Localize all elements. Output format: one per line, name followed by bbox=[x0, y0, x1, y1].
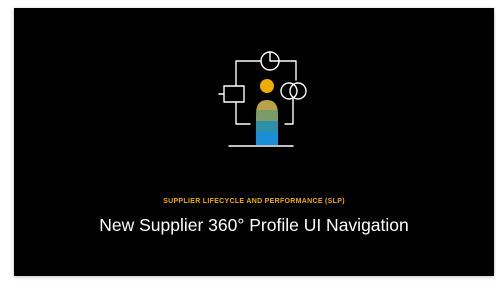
slide-subtitle: SUPPLIER LIFECYCLE AND PERFORMANCE (SLP) bbox=[163, 198, 345, 205]
screenshot-frame: SUPPLIER LIFECYCLE AND PERFORMANCE (SLP)… bbox=[0, 0, 496, 281]
document-box-icon bbox=[223, 85, 245, 103]
video-title-slide[interactable]: SUPPLIER LIFECYCLE AND PERFORMANCE (SLP)… bbox=[14, 8, 494, 276]
venn-circle-right-icon bbox=[289, 82, 307, 100]
person-head-icon bbox=[260, 79, 274, 93]
venn-circle-left-icon bbox=[280, 82, 298, 100]
supplier-profile-icon bbox=[209, 48, 309, 160]
slide-title: New Supplier 360° Profile UI Navigation bbox=[99, 215, 409, 235]
person-body-icon bbox=[256, 100, 278, 145]
